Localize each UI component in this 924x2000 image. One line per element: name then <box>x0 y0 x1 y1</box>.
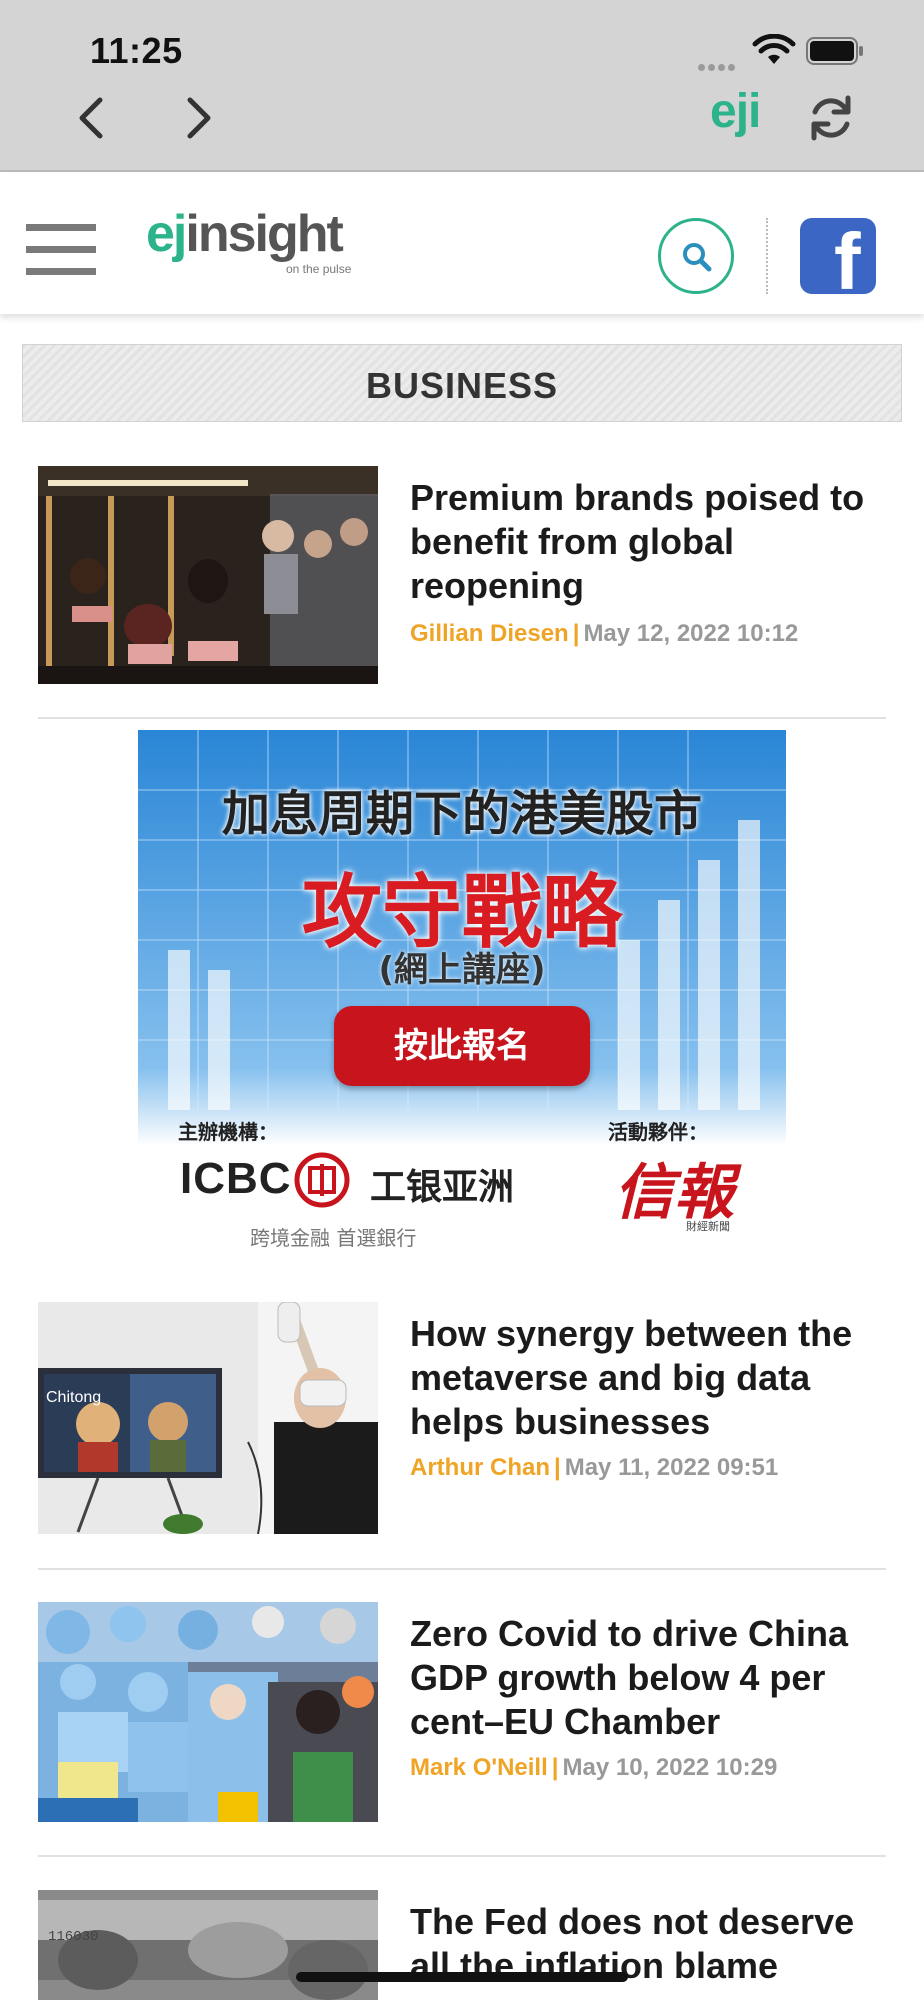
icbc-logo-icon <box>294 1152 350 1208</box>
section-title: BUSINESS <box>365 365 559 406</box>
battery-icon <box>806 37 863 65</box>
search-icon <box>683 243 712 272</box>
menu-icon[interactable] <box>26 224 96 276</box>
article-meta: Mark O'Neill | May 10, 2022 10:29 <box>410 1754 778 1781</box>
article-author[interactable]: Mark O'Neill <box>410 1754 548 1781</box>
icbc-wordmark: ICBC <box>180 1154 292 1203</box>
article-divider <box>38 1855 886 1857</box>
article-author[interactable]: Gillian Diesen <box>410 620 569 647</box>
icbc-tagline: 跨境金融 首選銀行 <box>250 1226 417 1250</box>
article-thumbnail[interactable] <box>38 1602 378 1822</box>
article-date: May 11, 2022 09:51 <box>564 1454 779 1481</box>
icbc-chinese-name: 工银亚洲 <box>370 1167 515 1208</box>
advertisement-banner[interactable]: 加息周期下的港美股市 攻守戰略 (網上講座) 按此報名 主辦機構： 活動夥伴： … <box>138 730 786 1250</box>
article-divider <box>38 717 886 719</box>
article-thumbnail[interactable]: 116030 <box>38 1890 378 2000</box>
header-divider <box>766 218 768 294</box>
site-mini-logo: eji <box>710 85 761 138</box>
article-thumbnail[interactable] <box>38 466 378 684</box>
article-headline[interactable]: Premium brands poised to benefit from gl… <box>410 476 890 608</box>
ad-partner-label: 活動夥伴： <box>608 1120 708 1144</box>
ad-headline: 加息周期下的港美股市 <box>221 786 702 842</box>
ad-subtitle: (網上講座) <box>378 950 546 990</box>
facebook-button[interactable]: f <box>800 218 876 294</box>
article-meta: Gillian Diesen | May 12, 2022 10:12 <box>410 620 799 647</box>
article-meta: Arthur Chan | May 11, 2022 09:51 <box>410 1454 779 1481</box>
search-button[interactable] <box>658 218 734 294</box>
article-author[interactable]: Arthur Chan <box>410 1454 550 1481</box>
cellular-signal-icon <box>698 58 738 76</box>
ad-register-button[interactable]: 按此報名 <box>334 1006 590 1086</box>
section-heading: BUSINESS <box>22 344 902 422</box>
browser-top-bar: 11:25 eji <box>0 0 924 172</box>
article-date: May 12, 2022 10:12 <box>583 620 799 647</box>
svg-text:Chitong: Chitong <box>46 1389 101 1406</box>
logo-tagline: on the pulse <box>286 262 352 276</box>
status-time: 11:25 <box>90 30 183 71</box>
article-item[interactable]: Zero Covid to drive China GDP growth bel… <box>38 1602 886 1822</box>
facebook-icon: f <box>834 218 861 295</box>
article-thumbnail[interactable]: Chitong <box>38 1302 378 1534</box>
ejinsight-logo[interactable]: ejinsight on the pulse <box>146 208 351 276</box>
site-header: ejinsight on the pulse f <box>0 174 924 314</box>
back-arrow-icon[interactable] <box>72 94 112 142</box>
article-item[interactable]: 116030 The Fed does not deserve all the … <box>38 1890 886 2000</box>
article-headline[interactable]: How synergy between the metaverse and bi… <box>410 1312 890 1444</box>
wifi-icon <box>752 34 796 64</box>
article-divider <box>38 1568 886 1570</box>
forward-arrow-icon[interactable] <box>178 94 218 142</box>
article-headline[interactable]: Zero Covid to drive China GDP growth bel… <box>410 1612 890 1744</box>
svg-text:116030: 116030 <box>48 1929 98 1945</box>
home-indicator[interactable] <box>296 1972 628 1982</box>
ad-organizer-label: 主辦機構： <box>178 1120 278 1144</box>
partner-logo-sub: 財經新聞 <box>686 1220 730 1233</box>
reload-icon[interactable] <box>806 90 856 146</box>
article-item[interactable]: Chitong How synergy between the metavers… <box>38 1302 886 1536</box>
article-date: May 10, 2022 10:29 <box>562 1754 778 1781</box>
article-item[interactable]: Premium brands poised to benefit from gl… <box>38 466 886 686</box>
